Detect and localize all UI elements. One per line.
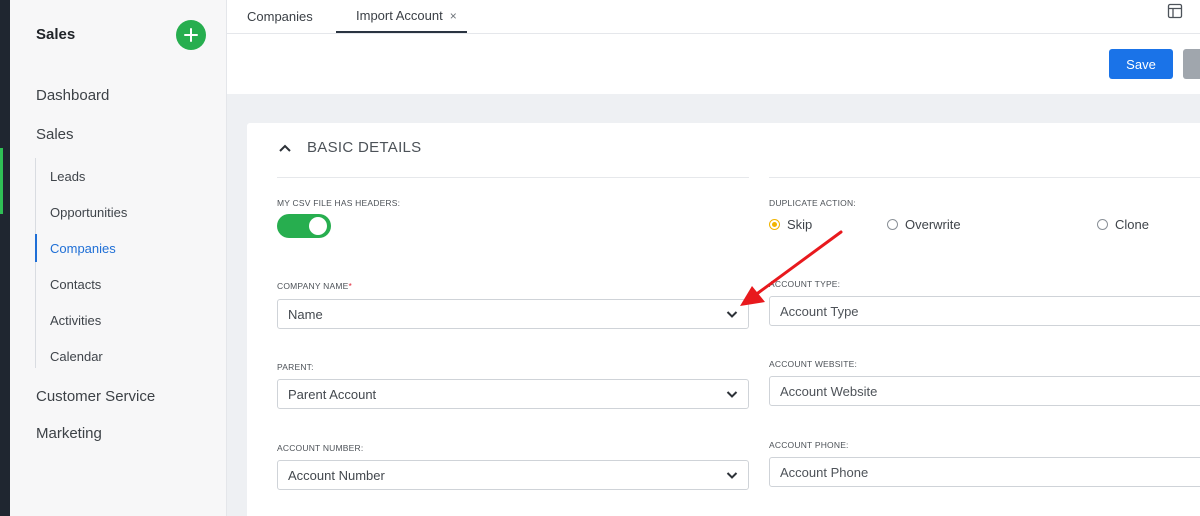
basic-details-card: BASIC DETAILS MY CSV FILE HAS HEADERS: D… — [247, 123, 1200, 516]
tab-bar: Companies Import Account × — [227, 0, 1200, 34]
select-value: Name — [288, 306, 323, 322]
sidebar: Sales Dashboard Sales Leads Opportunitie… — [10, 0, 227, 516]
section-title: BASIC DETAILS — [307, 139, 422, 156]
action-bar: Save — [227, 34, 1200, 94]
app-rail — [0, 0, 10, 516]
tab-import-account[interactable]: Import Account × — [336, 0, 467, 33]
divider — [769, 177, 1200, 178]
company-name-select[interactable]: Name — [277, 299, 749, 329]
account-type-field[interactable] — [769, 296, 1200, 326]
sidebar-item-opportunities[interactable]: Opportunities — [36, 198, 216, 226]
close-icon[interactable]: × — [450, 9, 457, 23]
tab-label: Companies — [247, 9, 313, 24]
chevron-down-icon — [726, 311, 738, 318]
divider — [277, 177, 749, 178]
parent-label: PARENT: — [277, 362, 314, 372]
section-header[interactable]: BASIC DETAILS — [277, 139, 422, 156]
sidebar-item-sales[interactable]: Sales — [36, 126, 74, 143]
account-number-select[interactable]: Account Number — [277, 460, 749, 490]
sales-subnav: Leads Opportunities Companies Contacts A… — [35, 158, 225, 368]
radio-unselected-icon — [1097, 219, 1108, 230]
account-number-label: ACCOUNT NUMBER: — [277, 443, 364, 453]
account-phone-label: ACCOUNT PHONE: — [769, 440, 849, 450]
radio-label: Overwrite — [905, 217, 961, 232]
chevron-down-icon — [726, 472, 738, 479]
account-type-label: ACCOUNT TYPE: — [769, 279, 841, 289]
sidebar-item-calendar[interactable]: Calendar — [36, 342, 216, 370]
sidebar-item-marketing[interactable]: Marketing — [36, 425, 102, 442]
chevron-down-icon — [726, 391, 738, 398]
sidebar-title: Sales — [36, 26, 76, 43]
sidebar-item-customer-service[interactable]: Customer Service — [36, 388, 155, 405]
duplicate-action-label: DUPLICATE ACTION: — [769, 198, 856, 208]
select-value: Parent Account — [288, 386, 377, 402]
secondary-button[interactable] — [1183, 49, 1200, 79]
radio-unselected-icon — [887, 219, 898, 230]
account-website-label: ACCOUNT WEBSITE: — [769, 359, 858, 369]
sidebar-item-companies[interactable]: Companies — [35, 234, 215, 262]
tab-companies[interactable]: Companies — [247, 0, 313, 33]
company-name-label: COMPANY NAME* — [277, 281, 352, 291]
sidebar-item-dashboard[interactable]: Dashboard — [36, 87, 109, 104]
save-button[interactable]: Save — [1109, 49, 1173, 79]
parent-select[interactable]: Parent Account — [277, 379, 749, 409]
sidebar-item-contacts[interactable]: Contacts — [36, 270, 216, 298]
sidebar-item-activities[interactable]: Activities — [36, 306, 216, 334]
radio-clone[interactable]: Clone — [1097, 217, 1149, 232]
select-value: Account Number — [288, 467, 385, 483]
account-website-field[interactable] — [769, 376, 1200, 406]
plus-icon — [184, 28, 198, 42]
company-name-label-text: COMPANY NAME — [277, 281, 349, 291]
add-button[interactable] — [176, 20, 206, 50]
radio-label: Clone — [1115, 217, 1149, 232]
sidebar-item-leads[interactable]: Leads — [36, 162, 216, 190]
chevron-up-icon — [279, 144, 291, 152]
required-mark: * — [348, 281, 353, 291]
radio-skip[interactable]: Skip — [769, 217, 812, 232]
headers-toggle[interactable] — [277, 214, 331, 238]
rail-active-marker — [0, 148, 3, 214]
tab-label: Import Account — [356, 8, 443, 23]
radio-selected-icon — [769, 219, 780, 230]
radio-overwrite[interactable]: Overwrite — [887, 217, 961, 232]
radio-label: Skip — [787, 217, 813, 232]
toggle-knob — [309, 217, 327, 235]
headers-label: MY CSV FILE HAS HEADERS: — [277, 198, 401, 208]
layout-icon[interactable] — [1167, 3, 1183, 19]
account-phone-field[interactable] — [769, 457, 1200, 487]
